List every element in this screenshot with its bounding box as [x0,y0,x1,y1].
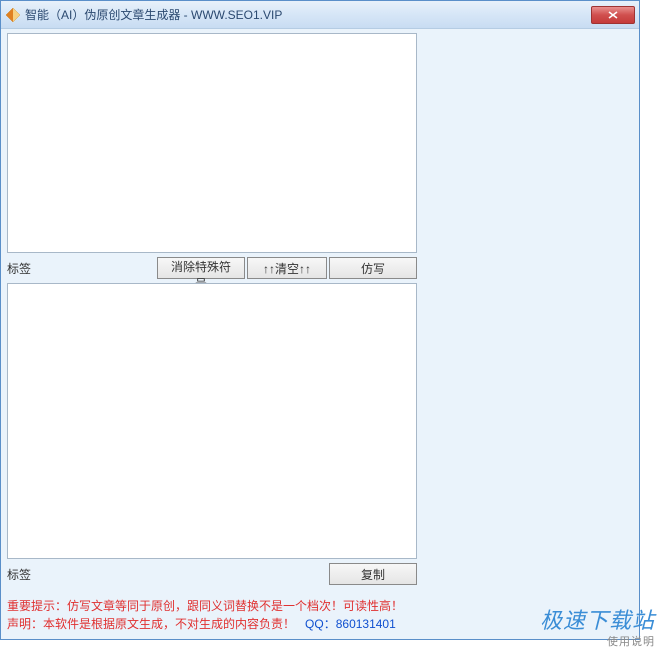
window-body: 标签 消除特殊符号 ↑↑清空↑↑ 仿写 标签 复制 重要提示：仿写文章等同于原创… [1,29,639,639]
notice-line2: 声明：本软件是根据原文生成，不对生成的内容负责！ QQ：860131401 [7,615,417,633]
notice-text-1: 仿写文章等同于原创，跟同义词替换不是一个档次！可读性高！ [67,599,403,613]
notice-prefix-2: 声明： [7,617,43,631]
notice: 重要提示：仿写文章等同于原创，跟同义词替换不是一个档次！可读性高！ 声明：本软件… [7,595,417,635]
output-toolbar: 标签 复制 [7,563,417,585]
input-textarea[interactable] [8,34,416,252]
qq-label: QQ： [305,617,336,631]
output-textarea-wrapper [7,283,417,559]
close-button[interactable] [591,6,635,24]
watermark-sub: 使用说明 [540,633,655,649]
watermark: 极速下载站 使用说明 [540,603,655,649]
titlebar: 智能（AI）伪原创文章生成器 - WWW.SEO1.VIP [1,1,639,29]
output-textarea[interactable] [8,284,416,558]
input-textarea-wrapper [7,33,417,253]
rewrite-button[interactable]: 仿写 [329,257,417,279]
app-icon [5,7,21,23]
remove-special-button[interactable]: 消除特殊符号 [157,257,245,279]
notice-text-2: 本软件是根据原文生成，不对生成的内容负责！ [43,617,295,631]
qq-value: 860131401 [336,617,396,631]
notice-prefix-1: 重要提示： [7,599,67,613]
window-title: 智能（AI）伪原创文章生成器 - WWW.SEO1.VIP [25,6,591,23]
input-label: 标签 [7,260,35,277]
left-panel: 标签 消除特殊符号 ↑↑清空↑↑ 仿写 标签 复制 重要提示：仿写文章等同于原创… [7,33,417,635]
app-window: 智能（AI）伪原创文章生成器 - WWW.SEO1.VIP 标签 消除特殊符号 … [0,0,640,640]
input-toolbar: 标签 消除特殊符号 ↑↑清空↑↑ 仿写 [7,257,417,279]
clear-button[interactable]: ↑↑清空↑↑ [247,257,327,279]
watermark-main: 极速下载站 [540,608,655,633]
output-label: 标签 [7,566,35,583]
copy-button[interactable]: 复制 [329,563,417,585]
notice-line1: 重要提示：仿写文章等同于原创，跟同义词替换不是一个档次！可读性高！ [7,597,417,615]
